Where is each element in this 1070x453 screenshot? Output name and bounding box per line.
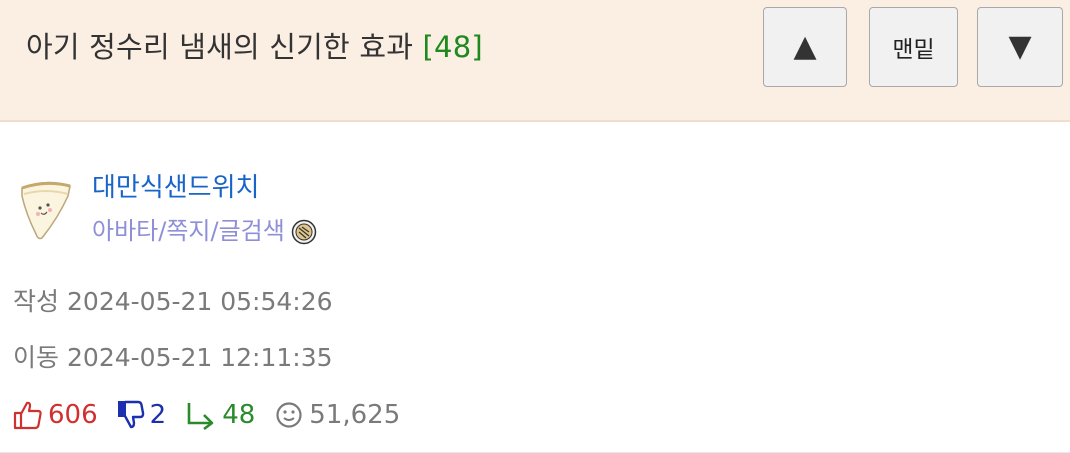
smiley-view-icon xyxy=(276,402,302,428)
author-links-text[interactable]: 아바타/쪽지/글검색 xyxy=(92,212,285,250)
reply-stat[interactable]: 48 xyxy=(184,399,255,431)
post-title-text: 아기 정수리 냄새의 신기한 효과 xyxy=(26,30,414,64)
post-stats: 606 2 48 51,625 xyxy=(12,395,418,435)
reply-count: 48 xyxy=(222,400,256,430)
triangle-down-icon: ▼ xyxy=(1008,29,1032,64)
moved-time-line: 이동 2024-05-21 12:11:35 xyxy=(13,338,333,378)
post-header: 아기 정수리 냄새의 신기한 효과 [48] ▲ 맨밑 ▼ xyxy=(0,0,1070,122)
post-title: 아기 정수리 냄새의 신기한 효과 [48] xyxy=(26,24,483,70)
level-badge-icon xyxy=(291,218,317,245)
sandwich-avatar-icon[interactable] xyxy=(18,178,74,242)
moved-label: 이동 xyxy=(13,343,60,372)
thumbs-down-icon xyxy=(117,400,144,429)
thumbs-up-icon xyxy=(13,401,42,430)
author-links: 아바타/쪽지/글검색 xyxy=(92,212,317,250)
written-time: 2024-05-21 05:54:26 xyxy=(67,287,333,316)
scroll-bottom-button[interactable]: 맨밑 xyxy=(869,7,958,87)
author-name[interactable]: 대만식샌드위치 xyxy=(92,168,259,208)
reply-arrow-icon xyxy=(187,403,214,431)
like-stat[interactable]: 606 xyxy=(12,399,98,431)
view-stat: 51,625 xyxy=(273,399,400,431)
moved-time: 2024-05-21 12:11:35 xyxy=(67,343,333,372)
like-count: 606 xyxy=(48,400,98,430)
scroll-down-button[interactable]: ▼ xyxy=(977,7,1063,87)
written-label: 작성 xyxy=(13,287,60,316)
view-count: 51,625 xyxy=(309,400,401,430)
dislike-stat[interactable]: 2 xyxy=(116,399,167,431)
scroll-up-button[interactable]: ▲ xyxy=(763,7,847,87)
comment-count[interactable]: [48] xyxy=(423,30,483,64)
written-time-line: 작성 2024-05-21 05:54:26 xyxy=(13,282,333,322)
dislike-count: 2 xyxy=(149,400,167,430)
triangle-up-icon: ▲ xyxy=(793,29,817,64)
